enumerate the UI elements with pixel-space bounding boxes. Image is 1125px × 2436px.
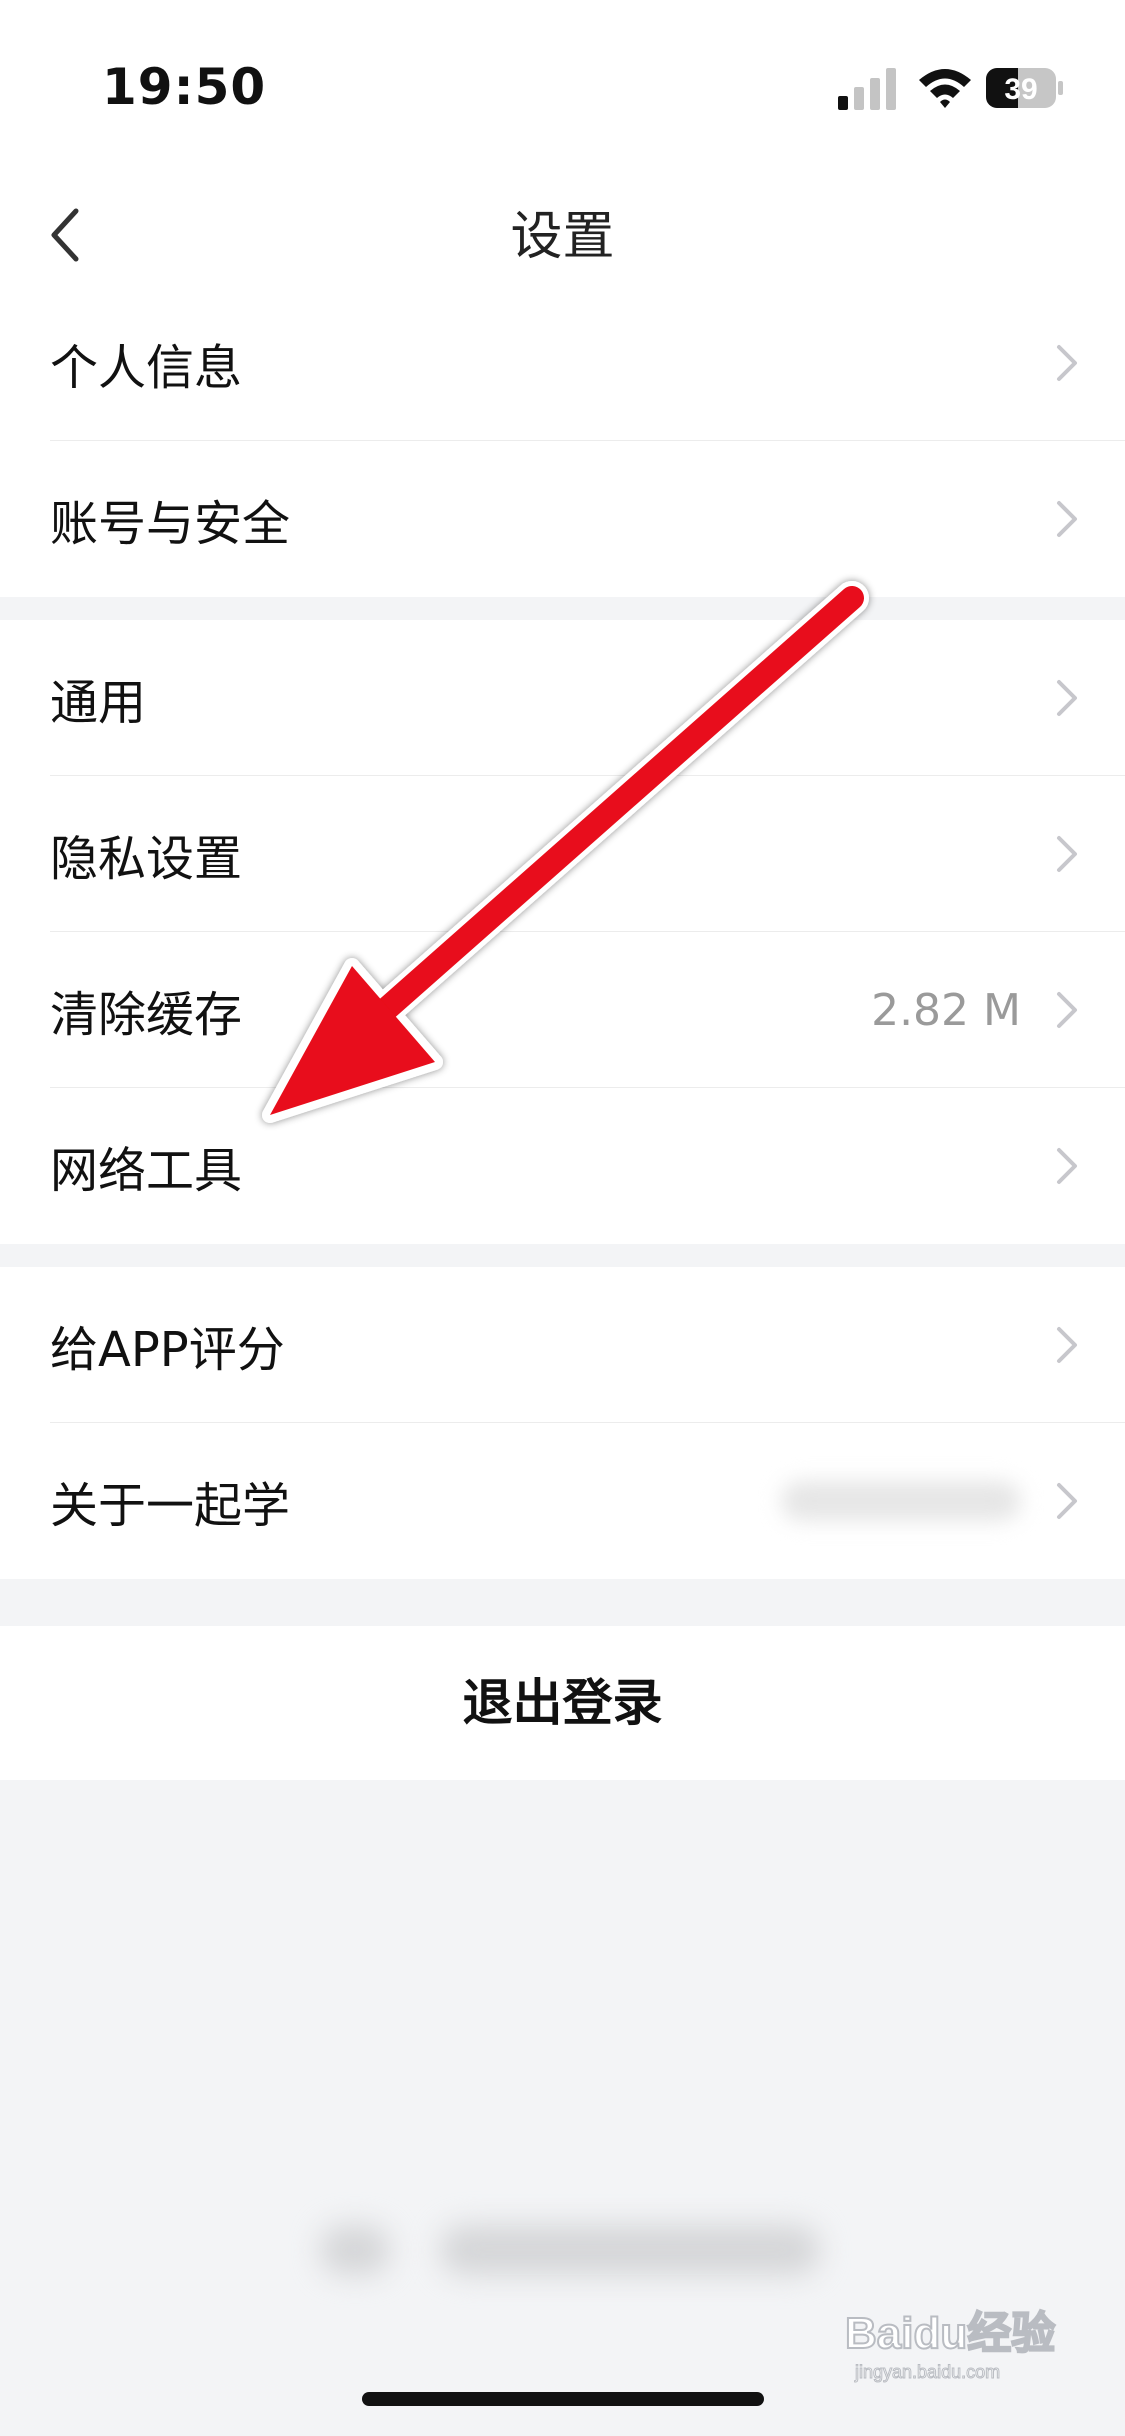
settings-item-clear-cache[interactable]: 清除缓存 2.82 M — [0, 932, 1125, 1088]
chevron-right-icon — [1057, 680, 1077, 716]
status-time: 19:50 — [102, 58, 267, 116]
settings-item-label: 清除缓存 — [50, 987, 243, 1043]
chevron-right-icon — [1057, 1327, 1077, 1363]
settings-item-general[interactable]: 通用 — [0, 620, 1125, 776]
watermark-subtext: jingyan.baidu.com — [854, 2362, 1000, 2382]
settings-item-account-security[interactable]: 账号与安全 — [0, 441, 1125, 597]
home-indicator[interactable] — [362, 2392, 764, 2406]
settings-item-label: 个人信息 — [50, 340, 243, 396]
status-bar: 19:50 39 — [0, 0, 1125, 170]
footer-blurred-text — [440, 2225, 820, 2275]
settings-item-label: 通用 — [50, 675, 147, 731]
settings-item-label: 账号与安全 — [50, 496, 291, 552]
watermark-text: Baidu经验 — [845, 2309, 1055, 2358]
settings-item-about[interactable]: 关于一起学 — [0, 1423, 1125, 1579]
chevron-right-icon — [1057, 345, 1077, 381]
chevron-right-icon — [1057, 501, 1077, 537]
settings-group-general: 通用 隐私设置 清除缓存 2.82 M 网络工具 — [0, 620, 1125, 1244]
wifi-icon — [919, 69, 971, 108]
battery-level: 39 — [1004, 73, 1037, 106]
footer-blurred-text — [320, 2225, 390, 2275]
app-version-blurred — [781, 1481, 1021, 1521]
battery-icon: 39 — [986, 66, 1064, 110]
settings-item-privacy[interactable]: 隐私设置 — [0, 776, 1125, 932]
chevron-right-icon — [1057, 1483, 1077, 1519]
settings-item-network-tools[interactable]: 网络工具 — [0, 1088, 1125, 1244]
cache-size-value: 2.82 M — [871, 984, 1021, 1036]
chevron-right-icon — [1057, 992, 1077, 1028]
settings-item-rate-app[interactable]: 给APP评分 — [0, 1267, 1125, 1423]
watermark-logo: Baidu经验 jingyan.baidu.com — [844, 2296, 1065, 2390]
cellular-signal-icon — [838, 68, 896, 110]
chevron-right-icon — [1057, 836, 1077, 872]
chevron-right-icon — [1057, 1148, 1077, 1184]
settings-item-personal-info[interactable]: 个人信息 — [0, 285, 1125, 441]
settings-item-label: 网络工具 — [50, 1143, 243, 1199]
settings-item-label: 给APP评分 — [50, 1322, 285, 1378]
logout-button[interactable]: 退出登录 — [0, 1626, 1125, 1780]
settings-item-label: 关于一起学 — [50, 1478, 291, 1534]
settings-group-account: 个人信息 账号与安全 — [0, 285, 1125, 597]
settings-group-about: 给APP评分 关于一起学 — [0, 1267, 1125, 1579]
settings-item-label: 隐私设置 — [50, 831, 243, 887]
